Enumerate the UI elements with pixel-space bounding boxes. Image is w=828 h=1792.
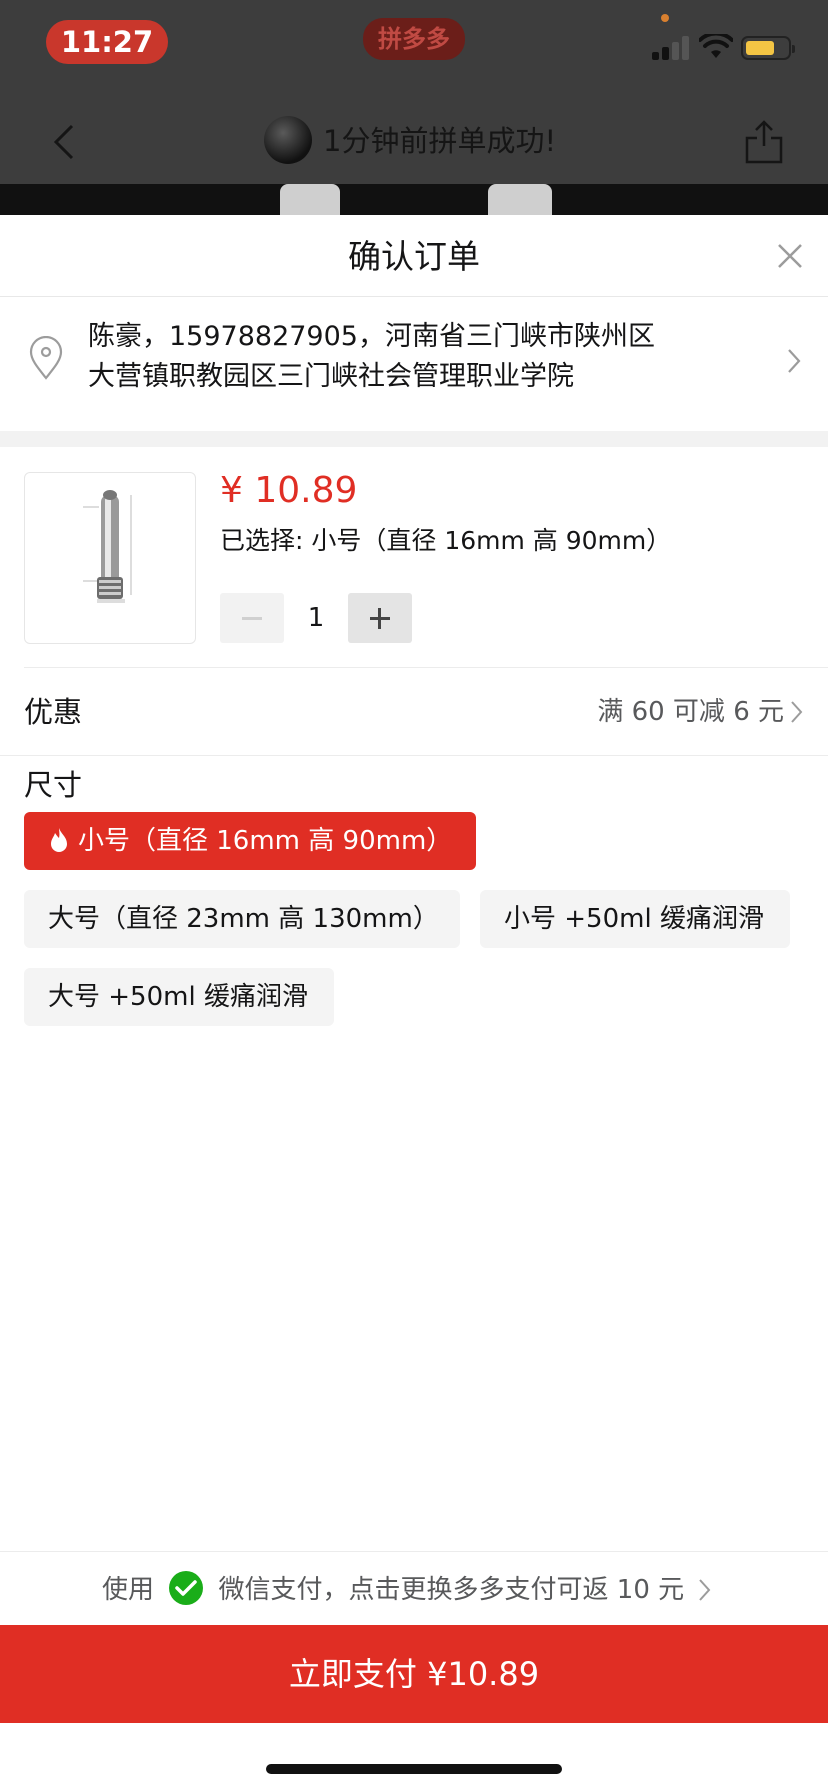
discount-label: 优惠 — [24, 695, 83, 729]
cellular-signal-icon — [652, 36, 690, 60]
avatar — [264, 116, 312, 164]
size-option-large-lube[interactable]: 大号 +50ml 缓痛润滑 — [24, 968, 334, 1026]
selected-spec: 已选择: 小号（直径 16mm 高 90mm） — [220, 526, 672, 555]
home-indicator — [266, 1764, 562, 1774]
chevron-right-icon — [699, 1579, 711, 1601]
product-image-peek — [0, 184, 828, 216]
size-option-large[interactable]: 大号（直径 23mm 高 130mm） — [24, 890, 460, 948]
product-summary: ¥ 10.89 已选择: 小号（直径 16mm 高 90mm） 1 — [0, 447, 828, 667]
status-time: 11:27 — [46, 20, 168, 64]
address-line-1: 陈豪，15978827905，河南省三门峡市陕州区 — [88, 321, 655, 352]
privacy-indicator-dot — [661, 14, 669, 22]
address-text: 陈豪，15978827905，河南省三门峡市陕州区 大营镇职教园区三门峡社会管理… — [88, 317, 748, 397]
shipping-address[interactable]: 陈豪，15978827905，河南省三门峡市陕州区 大营镇职教园区三门峡社会管理… — [0, 297, 828, 431]
minus-icon — [242, 617, 262, 620]
product-thumbnail[interactable] — [24, 472, 196, 644]
share-icon[interactable] — [744, 118, 784, 164]
discount-row[interactable]: 优惠 满 60 可减 6 元 — [0, 668, 828, 756]
size-option-label: 小号（直径 16mm 高 90mm） — [78, 826, 453, 856]
sheet-header: 确认订单 — [0, 215, 828, 297]
group-success-notice: 1分钟前拼单成功! — [323, 124, 557, 158]
battery-icon — [741, 36, 795, 60]
payment-method-text: 使用 微信支付，点击更换多多支付可返 10 元 — [102, 1570, 712, 1610]
product-price: ¥ 10.89 — [220, 470, 358, 511]
back-arrow-icon[interactable] — [50, 122, 80, 162]
product-image-icon — [83, 490, 132, 603]
wechat-pay-icon — [169, 1571, 204, 1605]
size-option-label: 大号（直径 23mm 高 130mm） — [48, 904, 439, 934]
discount-value: 满 60 可减 6 元 — [597, 697, 784, 727]
sheet-title: 确认订单 — [348, 237, 480, 276]
size-option-label: 大号 +50ml 缓痛润滑 — [48, 982, 308, 1012]
close-icon[interactable] — [776, 242, 804, 270]
size-option-label: 小号 +50ml 缓痛润滑 — [504, 904, 764, 934]
size-option-small-lube[interactable]: 小号 +50ml 缓痛润滑 — [480, 890, 790, 948]
quantity-decrease-button[interactable] — [220, 593, 284, 643]
status-bar: 11:27 拼多多 — [0, 0, 828, 88]
payment-method-row[interactable]: 使用 微信支付，点击更换多多支付可返 10 元 — [0, 1551, 828, 1625]
wifi-icon — [699, 34, 733, 58]
location-pin-icon — [29, 336, 63, 380]
quantity-value[interactable]: 1 — [284, 593, 348, 643]
size-section-label: 尺寸 — [24, 768, 83, 802]
size-option-small[interactable]: 小号（直径 16mm 高 90mm） — [24, 812, 476, 870]
quantity-increase-button[interactable] — [348, 593, 412, 643]
chevron-right-icon — [788, 349, 801, 373]
payment-prefix: 使用 — [102, 1575, 155, 1605]
payment-method-label: 微信支付，点击更换多多支付可返 10 元 — [218, 1575, 685, 1605]
chevron-right-icon — [791, 701, 803, 723]
brand-logo: 拼多多 — [363, 18, 465, 60]
section-divider — [0, 431, 828, 447]
address-line-2: 大营镇职教园区三门峡社会管理职业学院 — [88, 361, 574, 392]
checkout-page: 11:27 拼多多 1分钟前拼单成功! 确认订单 陈豪，15978827905，… — [0, 0, 828, 1792]
fire-icon — [51, 828, 67, 852]
pay-now-button[interactable]: 立即支付 ¥10.89 — [0, 1625, 828, 1723]
navbar: 1分钟前拼单成功! — [0, 100, 828, 184]
